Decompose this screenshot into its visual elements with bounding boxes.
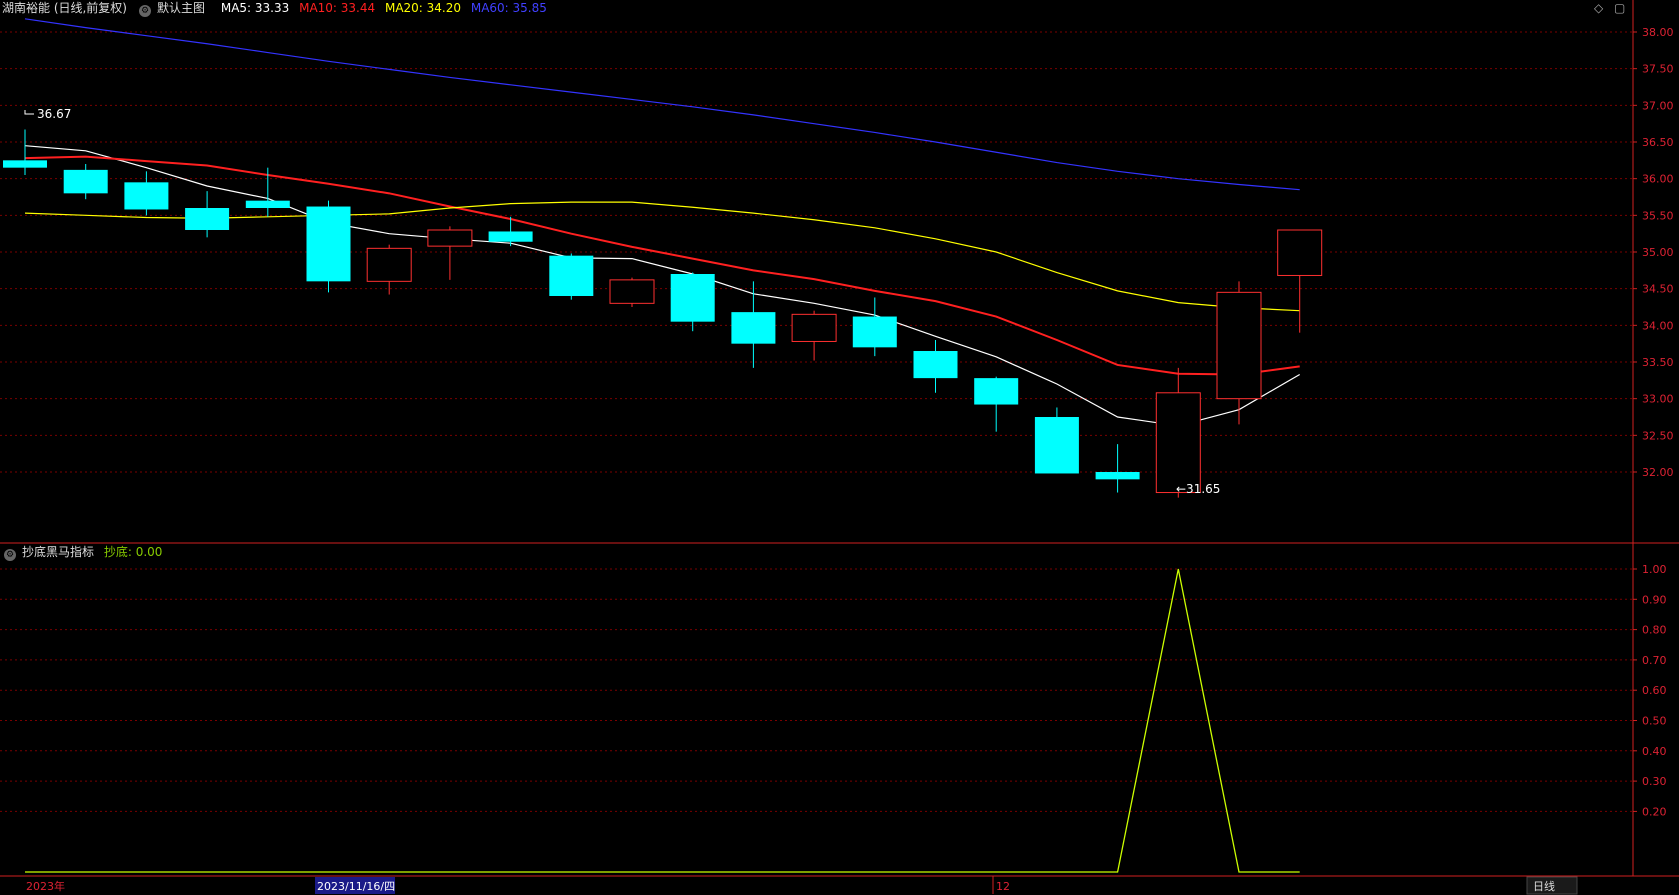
y-tick-label: 0.20: [1642, 805, 1667, 818]
candle-body: [1034, 417, 1079, 474]
candle-body: [366, 247, 412, 282]
candle-body: [63, 169, 108, 194]
candle-body: [609, 279, 655, 304]
y-tick-label: 34.00: [1642, 319, 1674, 332]
gear-icon[interactable]: ⚙: [4, 549, 16, 561]
candle-body: [306, 206, 351, 282]
high-price-label: 36.67: [37, 107, 71, 121]
period-label: 日线: [1533, 879, 1555, 893]
candle-body: [731, 312, 776, 344]
candle-body: [913, 351, 958, 379]
y-tick-label: 0.80: [1642, 624, 1667, 637]
y-tick-label: 33.00: [1642, 393, 1674, 406]
y-tick-label: 37.50: [1642, 63, 1674, 76]
high-arrow: [24, 110, 34, 115]
candle-body: [3, 160, 47, 168]
candle-body: [427, 229, 473, 247]
candle-body: [124, 182, 169, 210]
y-tick-label: 33.50: [1642, 356, 1674, 369]
y-tick-label: 35.00: [1642, 246, 1674, 259]
candle-body: [185, 208, 230, 230]
ma60-label: MA60: 35.85: [470, 1, 547, 15]
ma5-label: MA5: 33.33: [220, 1, 290, 15]
indicator-name[interactable]: 抄底黑马指标: [22, 545, 94, 559]
stock-title: 湖南裕能 (日线,前复权): [2, 1, 127, 15]
ma-line-ma5: [24, 145, 1301, 427]
main-indicator-label[interactable]: 默认主图: [157, 1, 205, 15]
y-tick-label: 36.00: [1642, 173, 1674, 186]
y-tick-label: 32.50: [1642, 429, 1674, 442]
main-chart-header: 湖南裕能 (日线,前复权) ⚙ 默认主图 MA5: 33.33 MA10: 33.4…: [0, 0, 553, 17]
candle-body: [1095, 472, 1140, 480]
ma10-label: MA10: 33.44: [299, 1, 376, 15]
x-axis-month-label: 12: [996, 880, 1010, 893]
chart-canvas: 38.00 37.50 37.00 36.50 36.00 35.50 35.00 34.50…: [0, 0, 1679, 895]
candle-body: [791, 313, 837, 342]
ma-line-ma10: [24, 155, 1300, 376]
sub-chart-header: ⚙ 抄底黑马指标 抄底: 0.00: [0, 544, 168, 561]
x-axis-year-label: 2023年: [26, 879, 65, 893]
y-tick-label: 0.90: [1642, 593, 1667, 606]
candle-body: [549, 255, 594, 296]
y-tick-label: 0.70: [1642, 654, 1667, 667]
y-tick-label: 32.00: [1642, 466, 1674, 479]
candle-body: [488, 231, 533, 242]
y-tick-label: 0.30: [1642, 775, 1667, 788]
y-tick-label: 35.50: [1642, 209, 1674, 222]
y-tick-label: 34.50: [1642, 283, 1674, 296]
y-tick-label: 1.00: [1642, 563, 1667, 576]
candle-body: [974, 378, 1019, 405]
candle-body: [1216, 291, 1262, 400]
gear-icon[interactable]: ⚙: [139, 5, 151, 17]
y-tick-label: 0.50: [1642, 715, 1667, 728]
ma20-label: MA20: 34.20: [384, 1, 462, 15]
y-tick-label: 38.00: [1642, 26, 1674, 39]
maximize-icon[interactable]: ▢: [1614, 1, 1625, 15]
ma-line-ma60: [24, 18, 1300, 191]
diamond-icon[interactable]: ◇: [1594, 1, 1603, 15]
y-tick-label: 36.50: [1642, 136, 1674, 149]
y-tick-label: 0.40: [1642, 745, 1667, 758]
low-price-label: ←31.65: [1176, 482, 1220, 496]
indicator-value: 抄底: 0.00: [103, 545, 163, 559]
y-tick-label: 0.60: [1642, 684, 1667, 697]
candle-body: [1155, 392, 1201, 494]
candle-body: [245, 200, 290, 208]
candle-body: [1277, 229, 1323, 276]
y-tick-label: 37.00: [1642, 99, 1674, 112]
x-axis-cursor-label: 2023/11/16/四: [317, 880, 395, 893]
candle-body: [852, 316, 897, 348]
candle-body: [670, 274, 715, 322]
